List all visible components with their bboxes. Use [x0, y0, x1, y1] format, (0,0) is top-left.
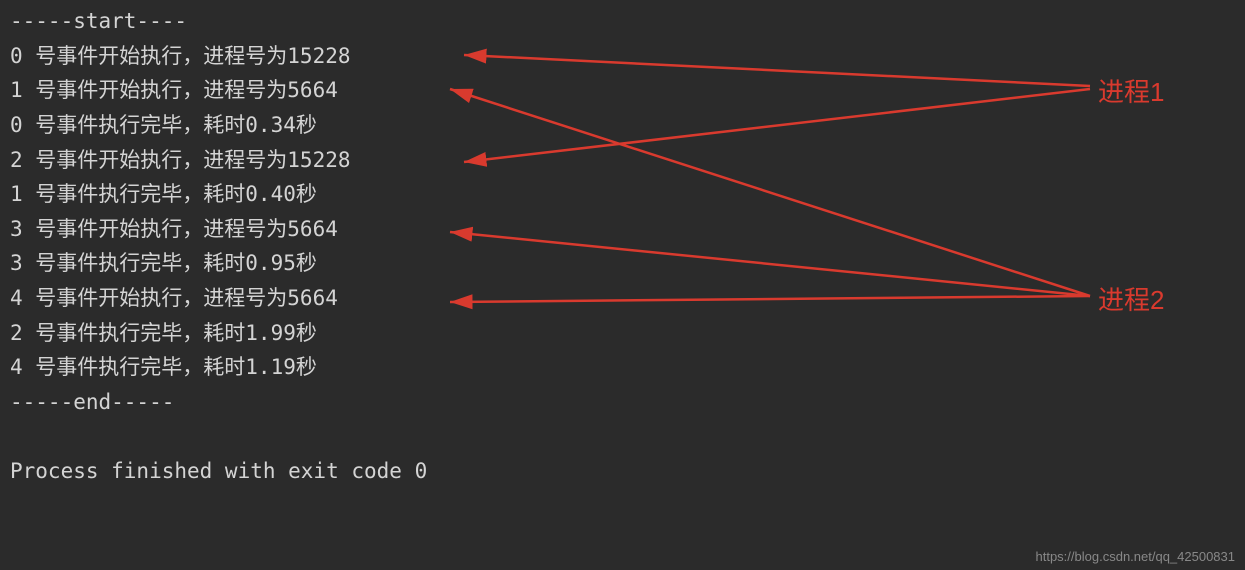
exit-message: Process finished with exit code 0: [10, 454, 1235, 489]
output-line: 3 号事件开始执行，进程号为5664: [10, 212, 1235, 247]
output-line: 3 号事件执行完毕，耗时0.95秒: [10, 246, 1235, 281]
output-line: 2 号事件开始执行，进程号为15228: [10, 143, 1235, 178]
output-line: 4 号事件执行完毕，耗时1.19秒: [10, 350, 1235, 385]
watermark: https://blog.csdn.net/qq_42500831: [1036, 549, 1236, 564]
output-line: 1 号事件执行完毕，耗时0.40秒: [10, 177, 1235, 212]
terminal-output: -----start---- 0 号事件开始执行，进程号为15228 1 号事件…: [0, 0, 1245, 492]
output-line: 4 号事件开始执行，进程号为5664: [10, 281, 1235, 316]
output-line: 0 号事件开始执行，进程号为15228: [10, 39, 1235, 74]
output-line: -----start----: [10, 4, 1235, 39]
output-line: 2 号事件执行完毕，耗时1.99秒: [10, 316, 1235, 351]
output-line: -----end-----: [10, 385, 1235, 420]
annotation-label-2: 进程2: [1098, 280, 1164, 317]
output-line: 0 号事件执行完毕，耗时0.34秒: [10, 108, 1235, 143]
output-line: 1 号事件开始执行，进程号为5664: [10, 73, 1235, 108]
annotation-label-1: 进程1: [1098, 72, 1164, 109]
